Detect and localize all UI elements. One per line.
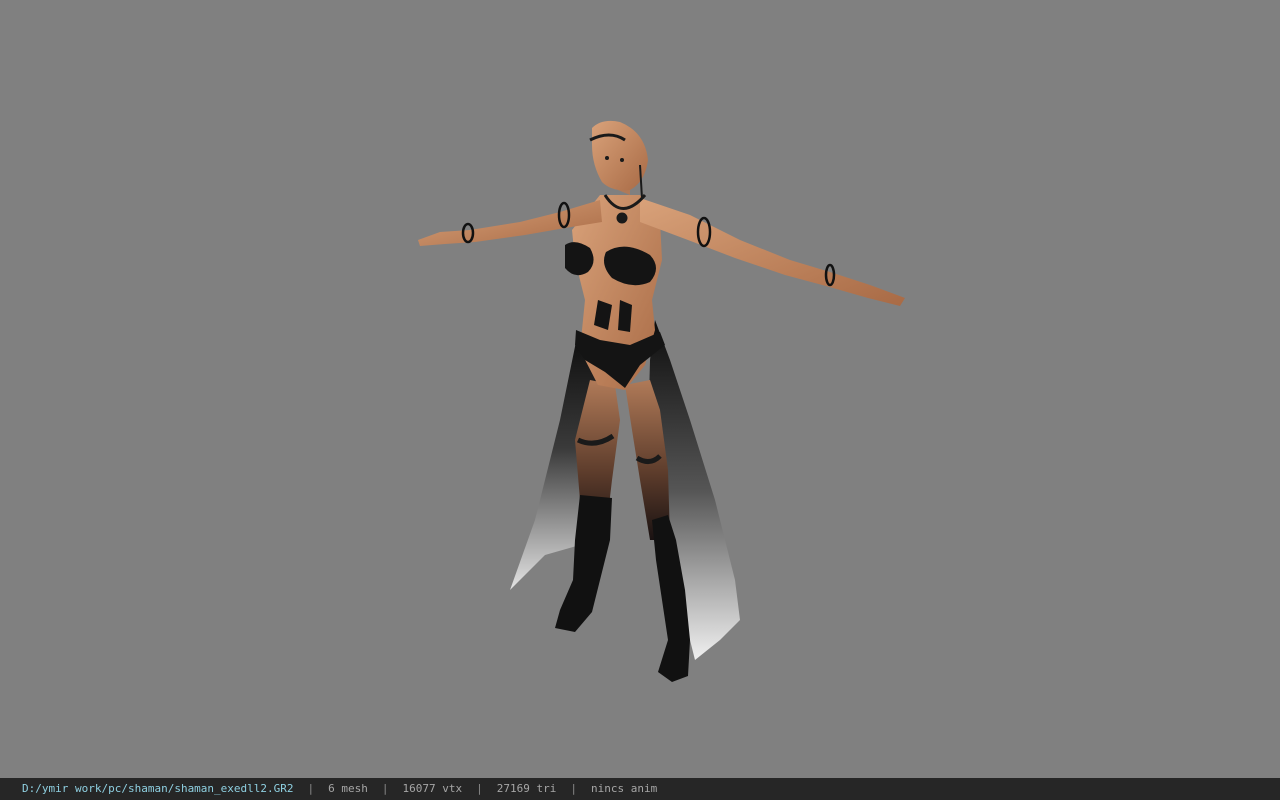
separator: |: [307, 782, 315, 795]
separator: |: [570, 782, 577, 795]
head: [589, 120, 648, 195]
separator: |: [381, 782, 389, 795]
character-model: [418, 120, 905, 682]
status-bar: D:/ymir work/pc/shaman/shaman_exedll2.GR…: [0, 778, 1280, 800]
separator: |: [476, 782, 483, 795]
file-path-label: D:/ymir work/pc/shaman/shaman_exedll2.GR…: [22, 782, 294, 795]
mesh-count-label: 6 mesh: [328, 782, 368, 795]
triangle-count-label: 27169 tri: [496, 782, 557, 795]
animation-status-label: nincs anim: [591, 782, 658, 795]
3d-viewport[interactable]: [0, 0, 1280, 778]
vertex-count-label: 16077 vtx: [402, 782, 463, 795]
